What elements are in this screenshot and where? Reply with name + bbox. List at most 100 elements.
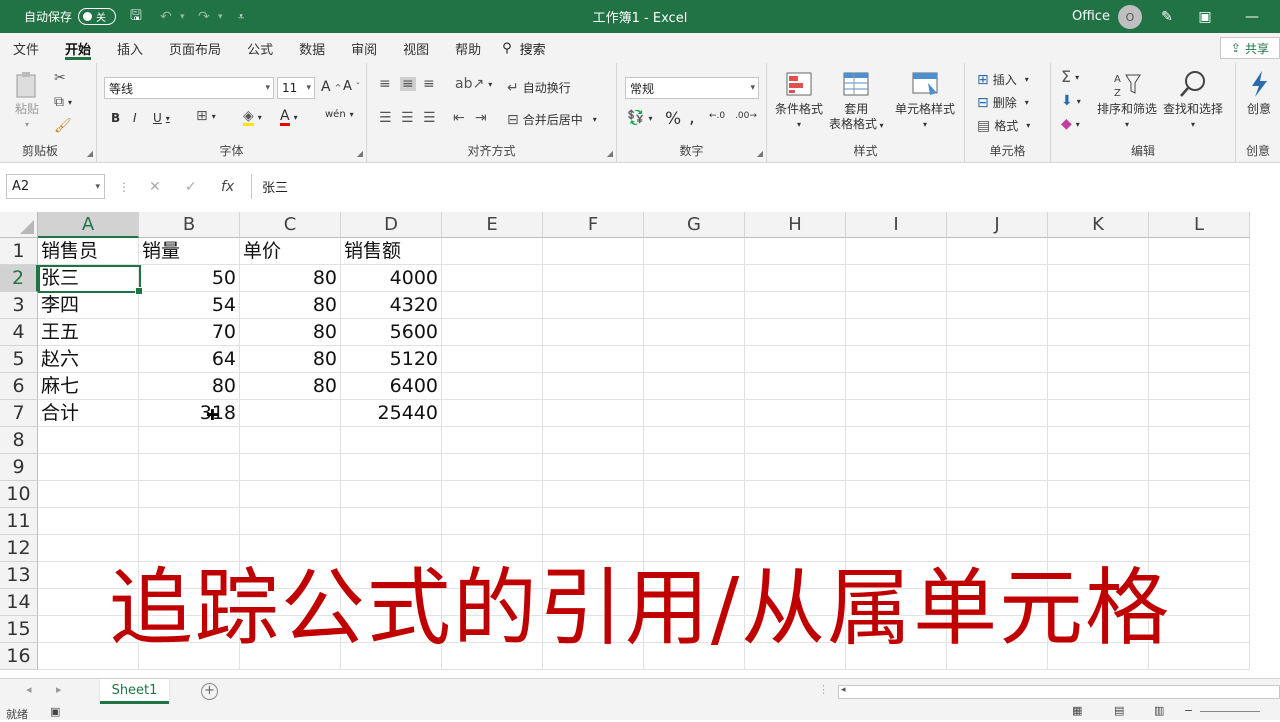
conditional-format-button[interactable]: 条件格式 ▾ xyxy=(775,69,823,132)
row-header-10[interactable]: 10 xyxy=(0,481,38,508)
cell-j6[interactable] xyxy=(947,373,1048,400)
cell-k6[interactable] xyxy=(1048,373,1149,400)
cell-k2[interactable] xyxy=(1048,265,1149,292)
cell-c3[interactable]: 80 xyxy=(240,292,341,319)
avatar[interactable]: O xyxy=(1118,5,1142,29)
cell-h11[interactable] xyxy=(745,508,846,535)
cell-j3[interactable] xyxy=(947,292,1048,319)
cell-h4[interactable] xyxy=(745,319,846,346)
column-header-a[interactable]: A xyxy=(38,212,139,238)
name-box[interactable]: A2 ▾ xyxy=(6,174,105,199)
cell-i10[interactable] xyxy=(846,481,947,508)
row-header-11[interactable]: 11 xyxy=(0,508,38,535)
splitter-icon[interactable]: ⋮ xyxy=(818,683,829,696)
insert-function-icon[interactable]: fx xyxy=(221,174,234,199)
row-header-9[interactable]: 9 xyxy=(0,454,38,481)
cut-button[interactable]: ✂ xyxy=(54,71,66,85)
cell-j2[interactable] xyxy=(947,265,1048,292)
cell-d2[interactable]: 4000 xyxy=(341,265,442,292)
redo-icon[interactable]: ↷ xyxy=(198,0,210,33)
wrap-text-button[interactable]: ↵ 自动换行 xyxy=(507,79,571,96)
prev-sheet-icon[interactable]: ◂ xyxy=(26,683,32,696)
cell-d8[interactable] xyxy=(341,427,442,454)
cell-g4[interactable] xyxy=(644,319,745,346)
cell-j5[interactable] xyxy=(947,346,1048,373)
font-name-select[interactable]: 等线 ▾ xyxy=(104,77,274,99)
cell-c9[interactable] xyxy=(240,454,341,481)
cell-b7[interactable]: 318 xyxy=(139,400,240,427)
increase-decimal-button[interactable]: ←.0 xyxy=(709,111,725,121)
orientation-button[interactable]: ab↗ ▾ xyxy=(455,77,492,91)
column-header-c[interactable]: C xyxy=(240,212,341,238)
cell-b10[interactable] xyxy=(139,481,240,508)
cell-g6[interactable] xyxy=(644,373,745,400)
cell-i7[interactable] xyxy=(846,400,947,427)
cell-f5[interactable] xyxy=(543,346,644,373)
cell-i3[interactable] xyxy=(846,292,947,319)
grow-font-button[interactable]: A ^ xyxy=(321,79,341,95)
cell-b3[interactable]: 54 xyxy=(139,292,240,319)
font-launcher-icon[interactable]: ◢ xyxy=(357,149,363,158)
cell-f1[interactable] xyxy=(543,238,644,265)
cell-l10[interactable] xyxy=(1149,481,1250,508)
undo-dropdown-icon[interactable]: ▾ xyxy=(180,0,185,33)
font-color-button[interactable]: A ▾ xyxy=(280,109,298,126)
cell-l9[interactable] xyxy=(1149,454,1250,481)
row-header-4[interactable]: 4 xyxy=(0,319,38,346)
cell-d3[interactable]: 4320 xyxy=(341,292,442,319)
cell-l1[interactable] xyxy=(1149,238,1250,265)
row-header-2[interactable]: 2 xyxy=(0,265,38,292)
cell-j4[interactable] xyxy=(947,319,1048,346)
cell-g3[interactable] xyxy=(644,292,745,319)
font-size-select[interactable]: 11 ▾ xyxy=(277,77,315,99)
cell-g2[interactable] xyxy=(644,265,745,292)
cell-k11[interactable] xyxy=(1048,508,1149,535)
paste-button[interactable]: 粘贴 ▾ xyxy=(12,69,42,132)
cell-l6[interactable] xyxy=(1149,373,1250,400)
cell-c4[interactable]: 80 xyxy=(240,319,341,346)
cell-d5[interactable]: 5120 xyxy=(341,346,442,373)
cell-d9[interactable] xyxy=(341,454,442,481)
cell-i1[interactable] xyxy=(846,238,947,265)
redo-dropdown-icon[interactable]: ▾ xyxy=(218,0,223,33)
column-header-b[interactable]: B xyxy=(139,212,240,238)
undo-icon[interactable]: ↶ xyxy=(160,0,172,33)
cell-a10[interactable] xyxy=(38,481,139,508)
cell-g7[interactable] xyxy=(644,400,745,427)
cell-a7[interactable]: 合计 xyxy=(38,400,139,427)
cell-l3[interactable] xyxy=(1149,292,1250,319)
cell-c11[interactable] xyxy=(240,508,341,535)
cell-styles-button[interactable]: 单元格样式 ▾ xyxy=(895,69,955,132)
cell-c7[interactable] xyxy=(240,400,341,427)
cell-k4[interactable] xyxy=(1048,319,1149,346)
cell-k10[interactable] xyxy=(1048,481,1149,508)
cell-h10[interactable] xyxy=(745,481,846,508)
shrink-font-button[interactable]: Aˇ xyxy=(343,79,360,94)
cell-j1[interactable] xyxy=(947,238,1048,265)
cell-i11[interactable] xyxy=(846,508,947,535)
cell-e4[interactable] xyxy=(442,319,543,346)
cell-e7[interactable] xyxy=(442,400,543,427)
percent-button[interactable]: % xyxy=(665,109,681,129)
cell-b6[interactable]: 80 xyxy=(139,373,240,400)
share-button[interactable]: ⇪ 共享 xyxy=(1219,37,1280,59)
cell-h1[interactable] xyxy=(745,238,846,265)
cell-f11[interactable] xyxy=(543,508,644,535)
cell-b8[interactable] xyxy=(139,427,240,454)
italic-button[interactable]: I xyxy=(133,111,137,125)
number-format-select[interactable]: 常规 ▾ xyxy=(625,77,759,99)
cell-h5[interactable] xyxy=(745,346,846,373)
cell-e10[interactable] xyxy=(442,481,543,508)
delete-cells-button[interactable]: ⊟ 删除 ▾ xyxy=(977,94,1029,111)
scroll-left-icon[interactable]: ◂ xyxy=(841,685,846,695)
alignment-launcher-icon[interactable]: ◢ xyxy=(607,149,613,158)
bold-button[interactable]: B xyxy=(111,111,120,125)
cell-f2[interactable] xyxy=(543,265,644,292)
merge-center-button[interactable]: ⊟ 合并后居中 ▾ xyxy=(507,111,597,128)
cell-l2[interactable] xyxy=(1149,265,1250,292)
column-header-i[interactable]: I xyxy=(846,212,947,238)
column-header-k[interactable]: K xyxy=(1048,212,1149,238)
cell-e8[interactable] xyxy=(442,427,543,454)
comma-button[interactable]: , xyxy=(689,107,695,128)
cell-j10[interactable] xyxy=(947,481,1048,508)
